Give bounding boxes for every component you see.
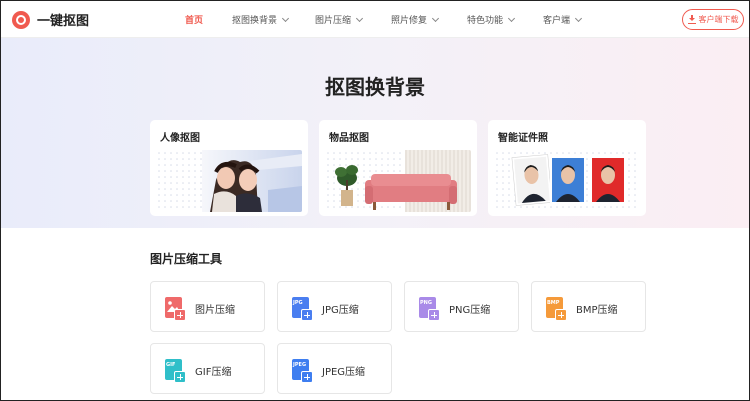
brand-name: 一键抠图 (37, 14, 90, 29)
tool-label: JPG压缩 (322, 305, 359, 316)
nav-client[interactable]: 客户端 (543, 13, 583, 26)
nav-home-label: 首页 (185, 16, 204, 26)
page: 一键抠图 首页 抠图换背景 图片压缩 照片修复 特色功能 客户端 客户端下载 抠… (0, 0, 750, 401)
nav-photo-repair[interactable]: 照片修复 (391, 13, 440, 26)
tool-gif-compress[interactable]: GIF GIF压缩 (150, 343, 265, 394)
nav-features-label: 特色功能 (467, 16, 504, 26)
file-type-tag: PNG (420, 300, 432, 306)
chevron-down-icon (507, 14, 516, 22)
brand-logo[interactable]: 一键抠图 (12, 10, 89, 29)
file-type-tag: BMP (547, 300, 560, 306)
portrait-preview-image (156, 150, 302, 212)
nav-cutout-label: 抠图换背景 (232, 16, 278, 26)
tool-image-compress[interactable]: 图片压缩 (150, 281, 265, 332)
tool-label: PNG压缩 (449, 305, 491, 316)
card-title: 人像抠图 (160, 133, 200, 144)
tool-label: GIF压缩 (195, 367, 232, 378)
hero-section: 抠图换背景 人像抠图 物品抠图 智能证件照 (1, 38, 749, 228)
nav-cutout-background[interactable]: 抠图换背景 (232, 13, 290, 26)
jpg-file-icon: JPG (292, 297, 313, 321)
gif-file-icon: GIF (165, 359, 186, 383)
card-id-photo[interactable]: 智能证件照 (488, 120, 646, 216)
tool-jpg-compress[interactable]: JPG JPG压缩 (277, 281, 392, 332)
chevron-down-icon (431, 14, 440, 22)
download-icon (687, 15, 696, 24)
image-compress-icon (165, 297, 186, 321)
client-download-button[interactable]: 客户端下载 (682, 9, 744, 30)
nav-repair-label: 照片修复 (391, 16, 428, 26)
nav-features[interactable]: 特色功能 (467, 13, 516, 26)
card-title: 智能证件照 (498, 133, 548, 144)
tool-bmp-compress[interactable]: BMP BMP压缩 (531, 281, 646, 332)
chevron-down-icon (355, 14, 364, 22)
chevron-down-icon (574, 14, 583, 22)
tool-jpeg-compress[interactable]: JPEG JPEG压缩 (277, 343, 392, 394)
tool-label: 图片压缩 (195, 305, 235, 316)
logo-icon (12, 10, 30, 29)
card-object-cutout[interactable]: 物品抠图 (319, 120, 477, 216)
nav-client-label: 客户端 (543, 16, 571, 26)
png-file-icon: PNG (419, 297, 440, 321)
client-download-label: 客户端下载 (698, 15, 739, 24)
jpeg-file-icon: JPEG (292, 359, 313, 383)
nav-home[interactable]: 首页 (185, 13, 203, 26)
tool-label: BMP压缩 (576, 305, 618, 316)
nav-compress-label: 图片压缩 (315, 16, 352, 26)
tool-png-compress[interactable]: PNG PNG压缩 (404, 281, 519, 332)
hero-title: 抠图换背景 (325, 75, 425, 99)
tool-label: JPEG压缩 (322, 367, 366, 378)
top-header: 一键抠图 首页 抠图换背景 图片压缩 照片修复 特色功能 客户端 客户端下载 (1, 1, 749, 38)
object-preview-image (325, 150, 471, 212)
chevron-down-icon (281, 14, 290, 22)
file-type-tag: GIF (166, 362, 176, 368)
card-portrait-cutout[interactable]: 人像抠图 (150, 120, 308, 216)
file-type-tag: JPG (293, 300, 303, 306)
section-title-compress: 图片压缩工具 (150, 252, 223, 266)
bmp-file-icon: BMP (546, 297, 567, 321)
file-type-tag: JPEG (293, 362, 307, 368)
card-title: 物品抠图 (329, 133, 369, 144)
id-photo-preview-image (494, 150, 640, 212)
nav-image-compress[interactable]: 图片压缩 (315, 13, 364, 26)
